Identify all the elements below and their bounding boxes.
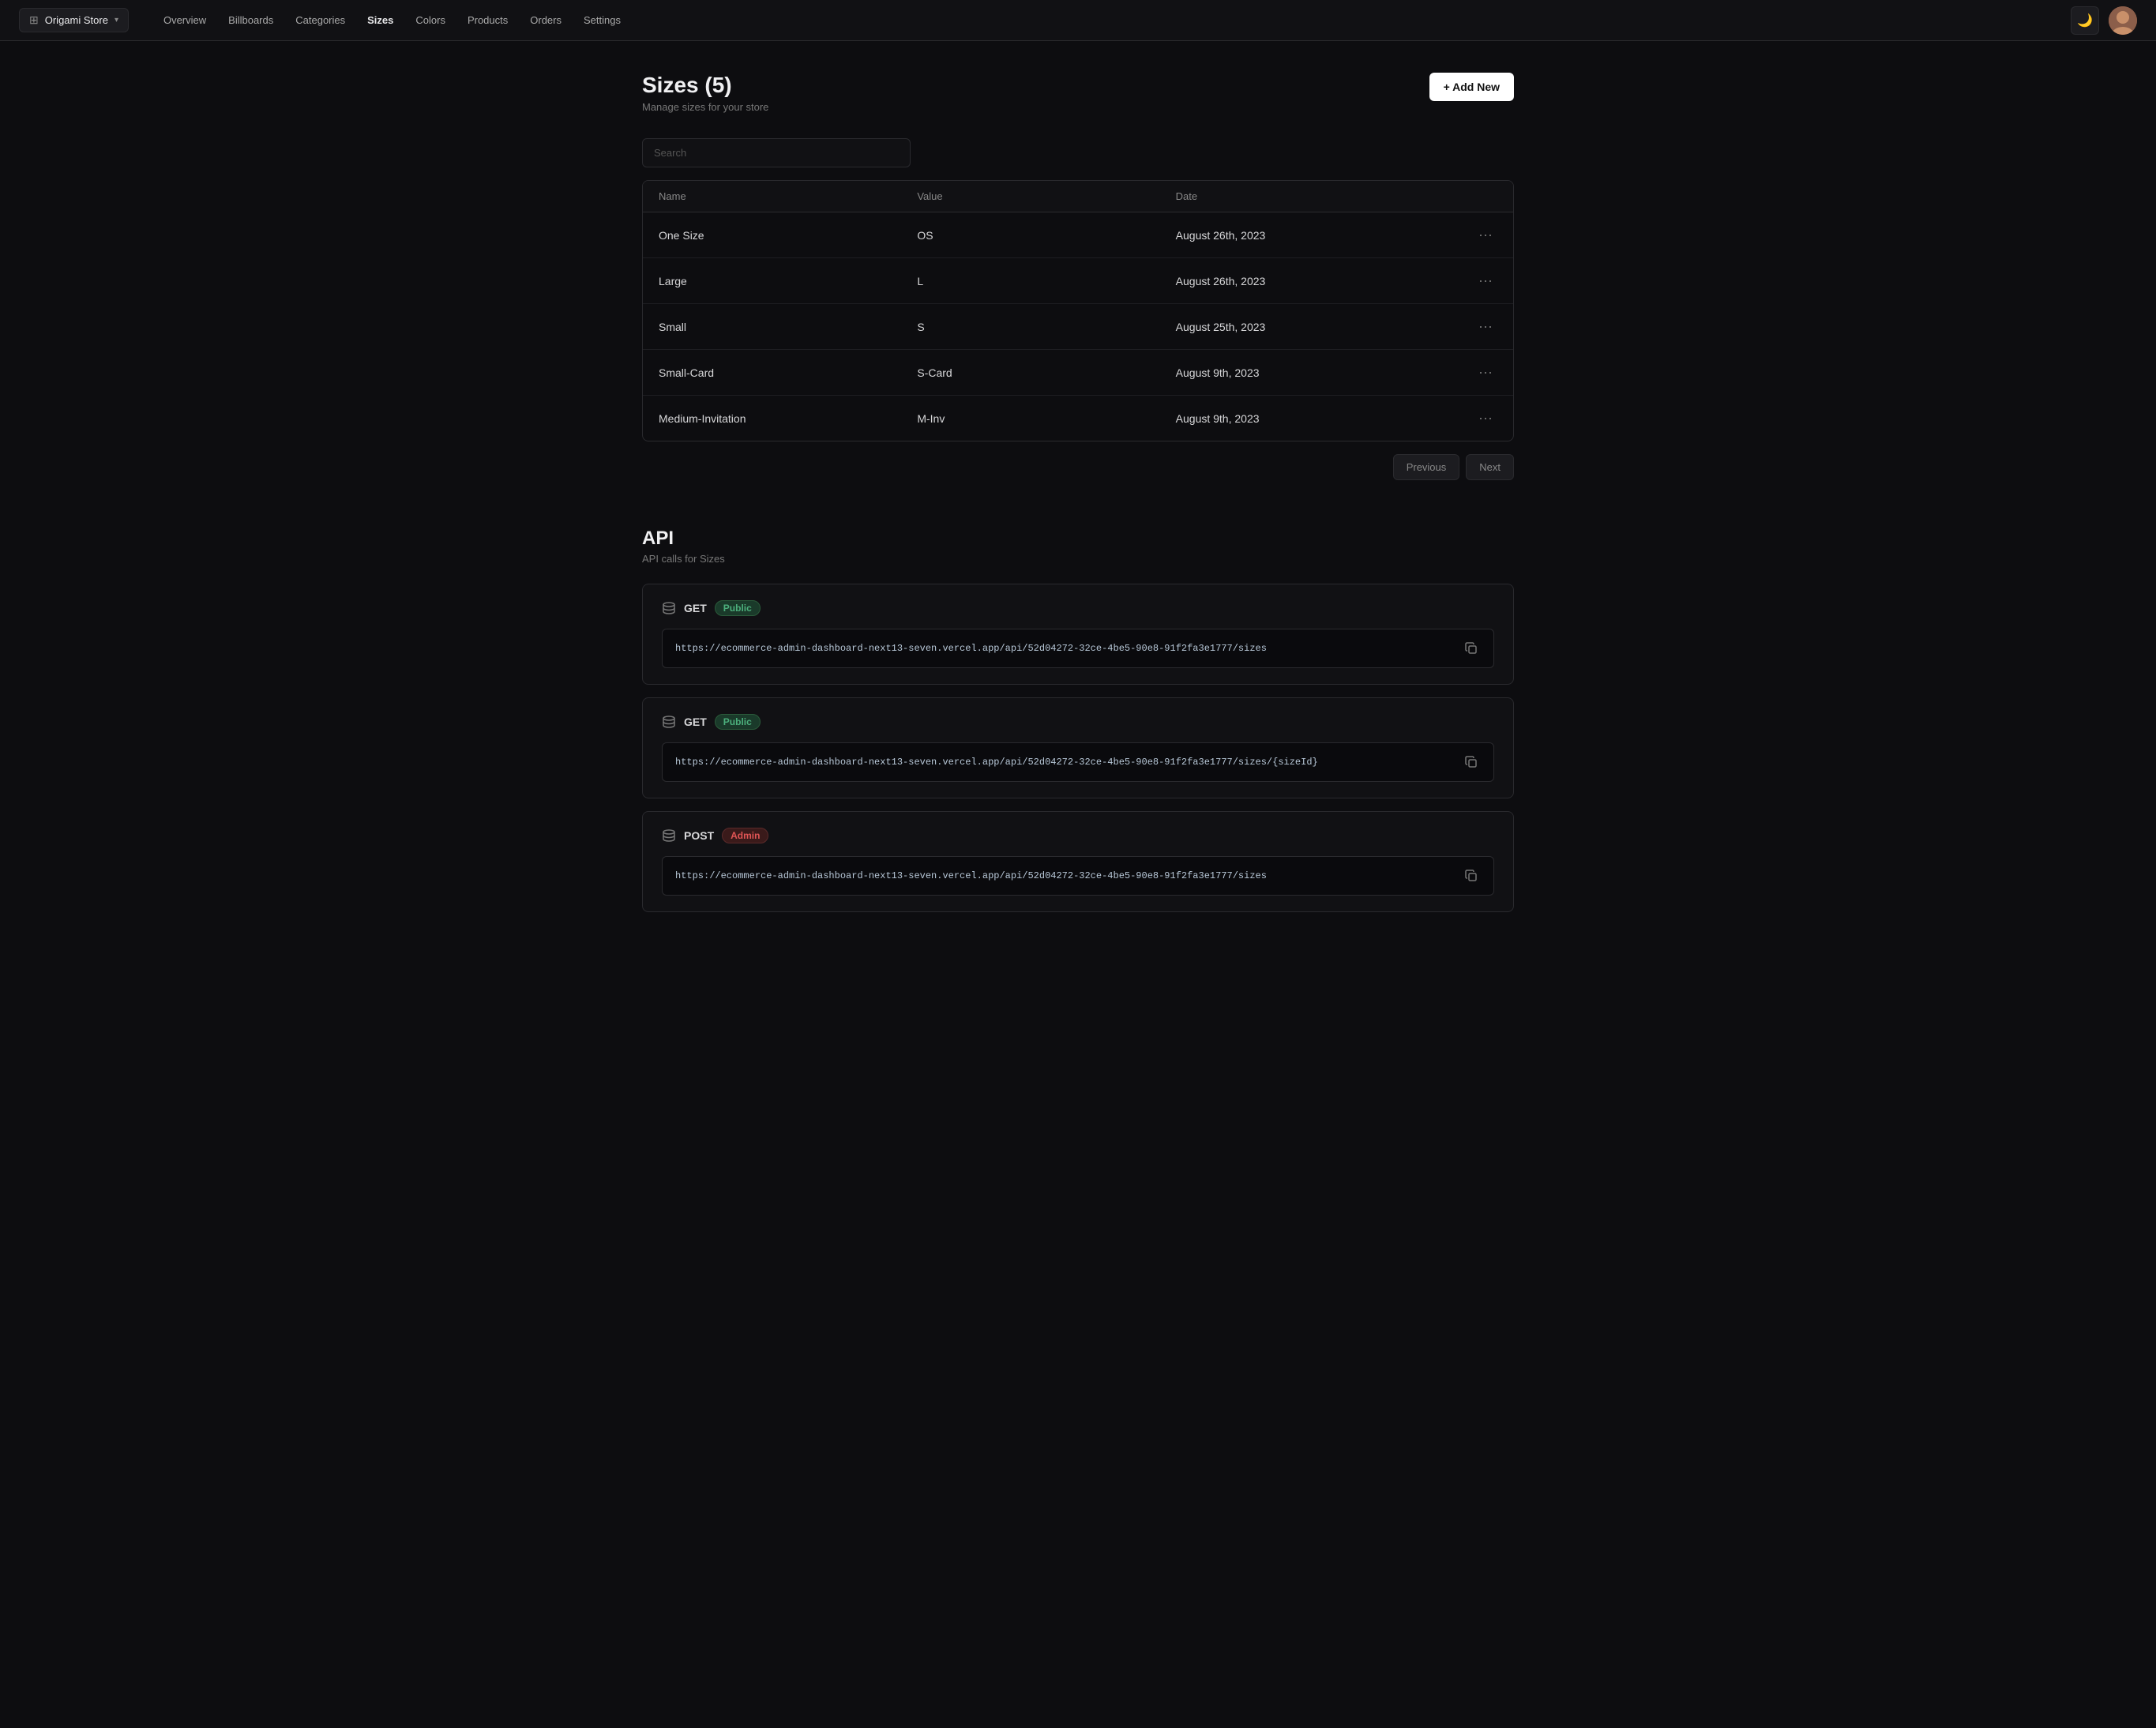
database-icon bbox=[662, 828, 676, 843]
api-title: API bbox=[642, 528, 1514, 550]
more-options-button[interactable]: ··· bbox=[1474, 271, 1497, 291]
table-row: Small-Card S-Card August 9th, 2023 ··· bbox=[643, 350, 1513, 396]
next-button[interactable]: Next bbox=[1466, 454, 1514, 480]
api-card: GET Public https://ecommerce-admin-dashb… bbox=[642, 584, 1514, 685]
api-url-text: https://ecommerce-admin-dashboard-next13… bbox=[675, 757, 1452, 768]
api-badge: Admin bbox=[722, 828, 768, 843]
cell-date: August 26th, 2023 bbox=[1176, 275, 1434, 287]
page-title-section: Sizes (5) Manage sizes for your store bbox=[642, 73, 768, 113]
nav-link-categories[interactable]: Categories bbox=[286, 9, 355, 31]
table-row: One Size OS August 26th, 2023 ··· bbox=[643, 212, 1513, 258]
main-content: Sizes (5) Manage sizes for your store + … bbox=[604, 41, 1552, 956]
avatar[interactable] bbox=[2109, 6, 2137, 35]
row-actions: ··· bbox=[1434, 225, 1497, 245]
cell-name: Large bbox=[659, 275, 917, 287]
database-icon bbox=[662, 601, 676, 615]
row-actions: ··· bbox=[1434, 363, 1497, 382]
api-badge: Public bbox=[715, 714, 761, 730]
cell-date: August 9th, 2023 bbox=[1176, 412, 1434, 425]
api-url-row: https://ecommerce-admin-dashboard-next13… bbox=[662, 856, 1494, 896]
nav-link-settings[interactable]: Settings bbox=[574, 9, 630, 31]
cell-date: August 9th, 2023 bbox=[1176, 366, 1434, 379]
chevron-down-icon: ▾ bbox=[115, 16, 118, 24]
api-subtitle: API calls for Sizes bbox=[642, 553, 1514, 565]
col-date-header: Date bbox=[1176, 190, 1434, 202]
api-card-header: POST Admin bbox=[662, 828, 1494, 843]
add-new-button[interactable]: + Add New bbox=[1429, 73, 1514, 101]
cell-name: Small bbox=[659, 321, 917, 333]
copy-url-button[interactable] bbox=[1462, 753, 1481, 772]
row-actions: ··· bbox=[1434, 271, 1497, 291]
cell-name: One Size bbox=[659, 229, 917, 242]
cell-name: Small-Card bbox=[659, 366, 917, 379]
api-card-header: GET Public bbox=[662, 714, 1494, 730]
cell-name: Medium-Invitation bbox=[659, 412, 917, 425]
table-row: Large L August 26th, 2023 ··· bbox=[643, 258, 1513, 304]
table-header: Name Value Date bbox=[643, 181, 1513, 212]
search-input[interactable] bbox=[642, 138, 911, 167]
nav-link-orders[interactable]: Orders bbox=[520, 9, 571, 31]
more-options-button[interactable]: ··· bbox=[1474, 363, 1497, 382]
store-icon: ⊞ bbox=[29, 13, 39, 27]
page-subtitle: Manage sizes for your store bbox=[642, 101, 768, 113]
cell-value: L bbox=[917, 275, 1175, 287]
cell-value: OS bbox=[917, 229, 1175, 242]
api-card-header: GET Public bbox=[662, 600, 1494, 616]
api-method-label: GET bbox=[684, 716, 707, 728]
api-url-text: https://ecommerce-admin-dashboard-next13… bbox=[675, 643, 1452, 654]
copy-url-button[interactable] bbox=[1462, 639, 1481, 658]
nav-link-colors[interactable]: Colors bbox=[406, 9, 455, 31]
cell-value: M-Inv bbox=[917, 412, 1175, 425]
more-options-button[interactable]: ··· bbox=[1474, 408, 1497, 428]
database-icon bbox=[662, 715, 676, 729]
navbar-left: ⊞ Origami Store ▾ OverviewBillboardsCate… bbox=[19, 8, 630, 32]
api-card: GET Public https://ecommerce-admin-dashb… bbox=[642, 697, 1514, 798]
pagination: Previous Next bbox=[642, 454, 1514, 480]
api-method-label: GET bbox=[684, 602, 707, 614]
store-name: Origami Store bbox=[45, 14, 108, 26]
api-method-label: POST bbox=[684, 829, 714, 842]
more-options-button[interactable]: ··· bbox=[1474, 317, 1497, 336]
table-row: Medium-Invitation M-Inv August 9th, 2023… bbox=[643, 396, 1513, 441]
api-badge: Public bbox=[715, 600, 761, 616]
nav-link-sizes[interactable]: Sizes bbox=[358, 9, 403, 31]
cell-date: August 26th, 2023 bbox=[1176, 229, 1434, 242]
cell-date: August 25th, 2023 bbox=[1176, 321, 1434, 333]
search-container bbox=[642, 138, 1514, 167]
row-actions: ··· bbox=[1434, 408, 1497, 428]
nav-link-overview[interactable]: Overview bbox=[154, 9, 216, 31]
previous-button[interactable]: Previous bbox=[1393, 454, 1460, 480]
api-url-row: https://ecommerce-admin-dashboard-next13… bbox=[662, 629, 1494, 668]
navbar: ⊞ Origami Store ▾ OverviewBillboardsCate… bbox=[0, 0, 2156, 41]
api-url-row: https://ecommerce-admin-dashboard-next13… bbox=[662, 742, 1494, 782]
more-options-button[interactable]: ··· bbox=[1474, 225, 1497, 245]
store-selector[interactable]: ⊞ Origami Store ▾ bbox=[19, 8, 129, 32]
navbar-right: 🌙 bbox=[2071, 6, 2137, 35]
col-name-header: Name bbox=[659, 190, 917, 202]
page-header: Sizes (5) Manage sizes for your store + … bbox=[642, 73, 1514, 113]
nav-links: OverviewBillboardsCategoriesSizesColorsP… bbox=[154, 9, 630, 31]
sizes-table: Name Value Date One Size OS August 26th,… bbox=[642, 180, 1514, 441]
api-card: POST Admin https://ecommerce-admin-dashb… bbox=[642, 811, 1514, 912]
theme-toggle-button[interactable]: 🌙 bbox=[2071, 6, 2099, 35]
copy-url-button[interactable] bbox=[1462, 866, 1481, 885]
api-cards: GET Public https://ecommerce-admin-dashb… bbox=[642, 584, 1514, 912]
cell-value: S-Card bbox=[917, 366, 1175, 379]
page-title: Sizes (5) bbox=[642, 73, 768, 98]
nav-link-billboards[interactable]: Billboards bbox=[219, 9, 283, 31]
cell-value: S bbox=[917, 321, 1175, 333]
table-body: One Size OS August 26th, 2023 ··· Large … bbox=[643, 212, 1513, 441]
table-row: Small S August 25th, 2023 ··· bbox=[643, 304, 1513, 350]
api-section: API API calls for Sizes GET Public https… bbox=[642, 528, 1514, 912]
nav-link-products[interactable]: Products bbox=[458, 9, 517, 31]
col-actions-header bbox=[1434, 190, 1497, 202]
api-url-text: https://ecommerce-admin-dashboard-next13… bbox=[675, 870, 1452, 881]
row-actions: ··· bbox=[1434, 317, 1497, 336]
col-value-header: Value bbox=[917, 190, 1175, 202]
